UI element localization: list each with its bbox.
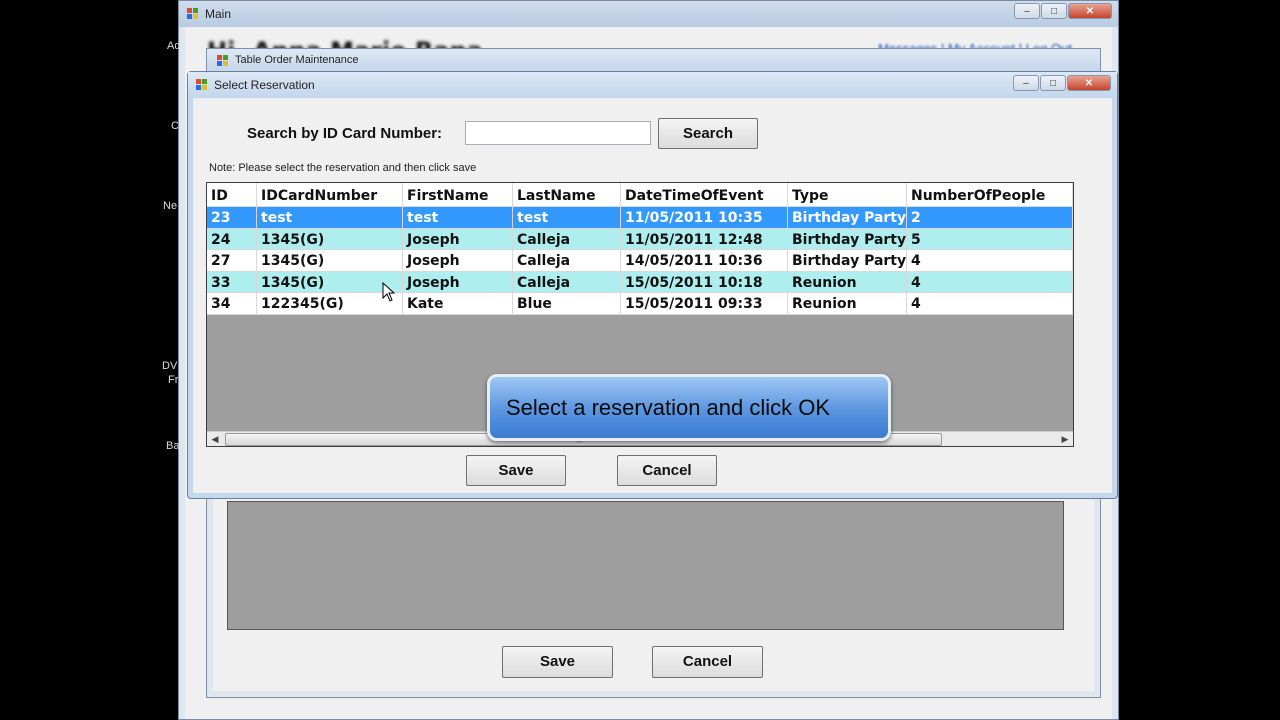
table-order-titlebar[interactable]: Table Order Maintenance (207, 49, 1100, 71)
cell-datetime[interactable]: 15/05/2011 09:33 (621, 293, 788, 315)
table-row[interactable]: 27 1345(G) Joseph Calleja 14/05/2011 10:… (207, 250, 1073, 272)
instruction-note: Note: Please select the reservation and … (209, 162, 477, 174)
cell-lastname[interactable]: Calleja (513, 271, 621, 293)
column-header-id[interactable]: ID (207, 183, 257, 207)
sidebar-label-3[interactable]: Ne (163, 200, 177, 212)
table-row[interactable]: 23 test test test 11/05/2011 10:35 Birth… (207, 207, 1073, 229)
main-window-title: Main (205, 7, 232, 21)
sidebar-label-6[interactable]: Ba (166, 440, 179, 452)
minimize-button[interactable]: – (1013, 75, 1039, 91)
cell-lastname[interactable]: Calleja (513, 250, 621, 272)
table-order-title: Table Order Maintenance (235, 54, 359, 66)
id-card-search-input[interactable] (465, 121, 651, 145)
table-row[interactable]: 34 122345(G) Kate Blue 15/05/2011 09:33 … (207, 293, 1073, 315)
app-icon (187, 8, 198, 19)
column-header-datetime[interactable]: DateTimeOfEvent (621, 183, 788, 207)
cell-id[interactable]: 34 (207, 293, 257, 315)
mouse-cursor-icon (382, 282, 396, 302)
cell-firstname[interactable]: Joseph (403, 271, 513, 293)
cell-lastname[interactable]: Blue (513, 293, 621, 315)
select-reservation-client: Search by ID Card Number: Search Note: P… (193, 98, 1112, 493)
search-button[interactable]: Search (658, 118, 758, 149)
sidebar-label-1[interactable]: Ad (167, 40, 180, 52)
sidebar-label-2[interactable]: C (171, 120, 179, 132)
scroll-left-arrow-icon[interactable]: ◀ (207, 432, 223, 446)
cell-datetime[interactable]: 11/05/2011 10:35 (621, 207, 788, 229)
minimize-button[interactable]: – (1014, 3, 1040, 19)
close-button[interactable]: ✕ (1068, 3, 1112, 19)
main-titlebar[interactable]: Main – □ ✕ (179, 1, 1118, 27)
cell-id[interactable]: 27 (207, 250, 257, 272)
select-reservation-window: Select Reservation – □ ✕ Search by ID Ca… (187, 71, 1118, 499)
maximize-button[interactable]: □ (1040, 75, 1066, 91)
cell-firstname[interactable]: Kate (403, 293, 513, 315)
cell-lastname[interactable]: Calleja (513, 228, 621, 250)
cell-datetime[interactable]: 15/05/2011 10:18 (621, 271, 788, 293)
scroll-right-arrow-icon[interactable]: ▶ (1057, 432, 1073, 446)
save-button[interactable]: Save (466, 455, 566, 486)
cell-numberofpeople[interactable]: 4 (907, 250, 1073, 272)
cell-idcardnumber[interactable]: 1345(G) (257, 250, 403, 272)
sidebar-label-4[interactable]: DV (162, 360, 177, 372)
cell-numberofpeople[interactable]: 4 (907, 271, 1073, 293)
cell-lastname[interactable]: test (513, 207, 621, 229)
app-icon (196, 79, 207, 90)
search-label: Search by ID Card Number: (247, 125, 443, 142)
cell-firstname[interactable]: Joseph (403, 228, 513, 250)
column-header-numberofpeople[interactable]: NumberOfPeople (907, 183, 1073, 207)
table-order-save-button[interactable]: Save (502, 646, 613, 678)
cell-type[interactable]: Birthday Party (788, 250, 907, 272)
app-icon (217, 55, 228, 66)
cell-datetime[interactable]: 14/05/2011 10:36 (621, 250, 788, 272)
cell-numberofpeople[interactable]: 2 (907, 207, 1073, 229)
cell-firstname[interactable]: test (403, 207, 513, 229)
close-button[interactable]: ✕ (1067, 75, 1111, 91)
cell-id[interactable]: 24 (207, 228, 257, 250)
table-row[interactable]: 24 1345(G) Joseph Calleja 11/05/2011 12:… (207, 228, 1073, 250)
cell-type[interactable]: Reunion (788, 271, 907, 293)
select-reservation-titlebar[interactable]: Select Reservation – □ ✕ (188, 72, 1117, 98)
cell-type[interactable]: Birthday Party (788, 228, 907, 250)
cell-numberofpeople[interactable]: 4 (907, 293, 1073, 315)
column-header-idcardnumber[interactable]: IDCardNumber (257, 183, 403, 207)
cell-firstname[interactable]: Joseph (403, 250, 513, 272)
instruction-callout: Select a reservation and click OK (487, 374, 891, 441)
cell-idcardnumber[interactable]: test (257, 207, 403, 229)
select-reservation-title: Select Reservation (214, 78, 315, 92)
cell-type[interactable]: Birthday Party (788, 207, 907, 229)
instruction-callout-text: Select a reservation and click OK (506, 395, 831, 420)
column-header-firstname[interactable]: FirstName (403, 183, 513, 207)
column-header-type[interactable]: Type (788, 183, 907, 207)
cell-id[interactable]: 23 (207, 207, 257, 229)
cell-numberofpeople[interactable]: 5 (907, 228, 1073, 250)
table-order-cancel-button[interactable]: Cancel (652, 646, 763, 678)
table-row[interactable]: 33 1345(G) Joseph Calleja 15/05/2011 10:… (207, 271, 1073, 293)
grid-header-row: ID IDCardNumber FirstName LastName DateT… (207, 183, 1073, 207)
cell-idcardnumber[interactable]: 1345(G) (257, 228, 403, 250)
maximize-button[interactable]: □ (1041, 3, 1067, 19)
sidebar-label-5[interactable]: Fr (168, 374, 178, 386)
cell-id[interactable]: 33 (207, 271, 257, 293)
column-header-lastname[interactable]: LastName (513, 183, 621, 207)
cell-datetime[interactable]: 11/05/2011 12:48 (621, 228, 788, 250)
cell-type[interactable]: Reunion (788, 293, 907, 315)
table-order-grid[interactable] (227, 501, 1064, 630)
cancel-button[interactable]: Cancel (617, 455, 717, 486)
